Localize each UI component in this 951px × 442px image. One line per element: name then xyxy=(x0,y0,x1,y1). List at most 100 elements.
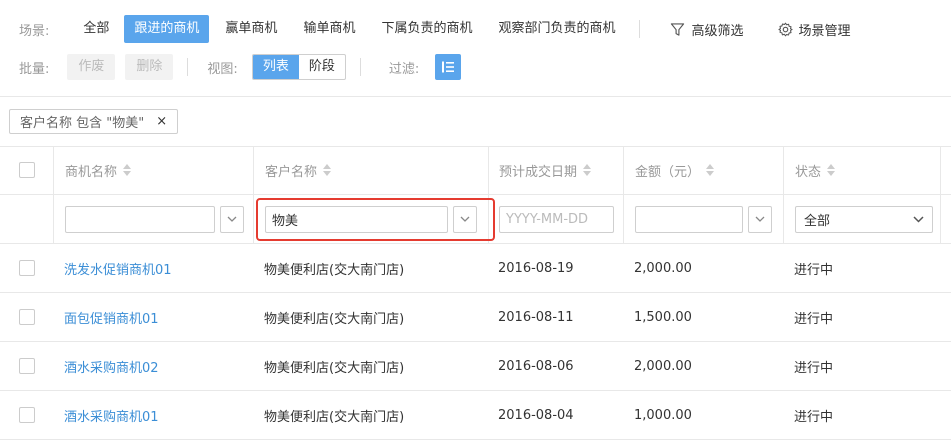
header-customer-name[interactable]: 客户名称 xyxy=(253,146,488,194)
active-filter-text: 客户名称 包含 "物美" xyxy=(20,116,145,131)
scene-following[interactable]: 跟进的商机 xyxy=(124,15,210,43)
divider xyxy=(0,96,951,97)
status-cell: 进行中 xyxy=(794,409,834,425)
opportunity-name-cell: 面包促销商机01 xyxy=(53,293,253,341)
expected-date-cell: 2016-08-06 xyxy=(498,358,574,374)
chevron-down-icon xyxy=(913,215,924,223)
row-checkbox[interactable] xyxy=(18,260,35,276)
filter-cell-amount xyxy=(623,195,783,243)
view-toggle: 列表 阶段 xyxy=(251,54,346,80)
sort-icon xyxy=(123,164,132,176)
void-button[interactable]: 作废 xyxy=(67,54,116,80)
sort-icon xyxy=(323,164,332,176)
header-label: 预计成交日期 xyxy=(499,164,578,180)
filter-cell-date xyxy=(488,195,623,243)
expected-date-cell: 2016-08-19 xyxy=(498,260,574,276)
header-status[interactable]: 状态 xyxy=(783,146,941,194)
status-cell: 进行中 xyxy=(794,262,834,278)
table-row[interactable]: 酒水采购商机02 物美便利店(交大南门店) 2016-08-06 2,000.0… xyxy=(0,342,951,391)
row-checkbox-cell xyxy=(0,342,53,390)
filter-cell-name xyxy=(53,195,253,243)
funnel-icon xyxy=(671,22,685,36)
table-header: 商机名称 客户名称 预计成交日期 金额（元） 状态 xyxy=(0,146,951,195)
filter-cell-empty xyxy=(0,195,53,243)
expected-date-cell: 2016-08-11 xyxy=(498,309,574,325)
filter-label: 过滤: xyxy=(388,61,420,77)
batch-label: 批量: xyxy=(19,61,50,77)
scene-all[interactable]: 全部 xyxy=(73,15,119,43)
action-bar: 批量: 作废 删除 视图: 列表 阶段 过滤: xyxy=(0,51,462,83)
active-filter-chip: 客户名称 包含 "物美" × xyxy=(9,109,179,134)
opportunity-name-cell: 酒水采购商机01 xyxy=(53,391,253,439)
customer-name-cell: 物美便利店(交大南门店) xyxy=(264,262,405,278)
opportunity-name-link[interactable]: 酒水采购商机02 xyxy=(64,357,159,376)
scene-lost[interactable]: 输单商机 xyxy=(293,15,365,43)
row-checkbox[interactable] xyxy=(18,407,35,423)
sort-icon xyxy=(827,164,836,176)
amount-cell: 1,000.00 xyxy=(634,407,692,423)
divider xyxy=(187,58,189,76)
scene-manage-label: 场景管理 xyxy=(798,23,851,39)
customer-name-cell: 物美便利店(交大南门店) xyxy=(264,311,405,327)
opportunity-table: 商机名称 客户名称 预计成交日期 金额（元） 状态 全部 xyxy=(0,146,951,440)
gear-icon xyxy=(777,22,793,36)
view-stage-button[interactable]: 阶段 xyxy=(299,55,345,79)
opportunity-name-link[interactable]: 酒水采购商机01 xyxy=(64,406,159,425)
status-filter-select[interactable]: 全部 xyxy=(795,205,933,233)
opportunity-name-cell: 酒水采购商机02 xyxy=(53,342,253,390)
close-icon[interactable]: × xyxy=(156,114,167,129)
customer-name-cell: 物美便利店(交大南门店) xyxy=(264,409,405,425)
row-checkbox-cell xyxy=(0,293,53,341)
scene-bar: 场景: 全部 跟进的商机 赢单商机 输单商机 下属负责的商机 观察部门负责的商机… xyxy=(0,13,851,45)
scene-won[interactable]: 赢单商机 xyxy=(215,15,287,43)
scene-subordinate[interactable]: 下属负责的商机 xyxy=(371,15,482,43)
filter-cell-status: 全部 xyxy=(783,195,941,243)
customer-name-cell: 物美便利店(交大南门店) xyxy=(264,360,405,376)
status-cell: 进行中 xyxy=(794,311,834,327)
divider xyxy=(359,58,361,76)
amount-cell: 1,500.00 xyxy=(634,309,692,325)
table-row[interactable]: 酒水采购商机01 物美便利店(交大南门店) 2016-08-04 1,000.0… xyxy=(0,391,951,440)
chevron-down-icon[interactable] xyxy=(748,205,772,233)
opportunity-name-link[interactable]: 面包促销商机01 xyxy=(64,308,159,327)
divider xyxy=(639,20,641,38)
table-row[interactable]: 洗发水促销商机01 物美便利店(交大南门店) 2016-08-19 2,000.… xyxy=(0,244,951,293)
status-cell: 进行中 xyxy=(794,360,834,376)
header-label: 状态 xyxy=(795,164,822,180)
select-all-checkbox[interactable] xyxy=(18,162,35,178)
highlight-box xyxy=(256,198,495,241)
header-label: 金额（元） xyxy=(635,164,701,180)
header-checkbox-cell xyxy=(0,146,53,194)
sort-icon xyxy=(583,164,592,176)
expected-date-cell: 2016-08-04 xyxy=(498,407,574,423)
chevron-down-icon[interactable] xyxy=(220,205,244,233)
header-amount[interactable]: 金额（元） xyxy=(623,146,783,194)
header-label: 商机名称 xyxy=(65,164,118,180)
opportunity-name-cell: 洗发水促销商机01 xyxy=(53,244,253,292)
scene-label: 场景: xyxy=(19,23,50,39)
header-expected-date[interactable]: 预计成交日期 xyxy=(488,146,623,194)
scene-manage-button[interactable]: 场景管理 xyxy=(777,20,851,39)
amount-filter-input[interactable] xyxy=(635,205,743,233)
amount-cell: 2,000.00 xyxy=(634,260,692,276)
row-checkbox-cell xyxy=(0,244,53,292)
table-row[interactable]: 面包促销商机01 物美便利店(交大南门店) 2016-08-11 1,500.0… xyxy=(0,293,951,342)
row-checkbox[interactable] xyxy=(18,358,35,374)
header-label: 客户名称 xyxy=(265,164,318,180)
opportunity-name-link[interactable]: 洗发水促销商机01 xyxy=(64,259,172,278)
filter-toggle-button[interactable] xyxy=(435,54,462,80)
view-list-button[interactable]: 列表 xyxy=(252,55,299,79)
amount-cell: 2,000.00 xyxy=(634,358,692,374)
advanced-filter-button[interactable]: 高级筛选 xyxy=(670,20,744,39)
header-opportunity-name[interactable]: 商机名称 xyxy=(53,146,253,194)
row-checkbox-cell xyxy=(0,391,53,439)
status-filter-value: 全部 xyxy=(804,213,831,229)
scene-observed-dept[interactable]: 观察部门负责的商机 xyxy=(488,15,625,43)
advanced-filter-label: 高级筛选 xyxy=(691,23,744,39)
opportunity-name-filter-input[interactable] xyxy=(65,205,215,233)
row-checkbox[interactable] xyxy=(18,309,35,325)
sort-icon xyxy=(706,164,715,176)
list-filter-icon xyxy=(442,61,455,73)
delete-button[interactable]: 删除 xyxy=(125,54,174,80)
expected-date-filter-input[interactable] xyxy=(499,205,614,233)
